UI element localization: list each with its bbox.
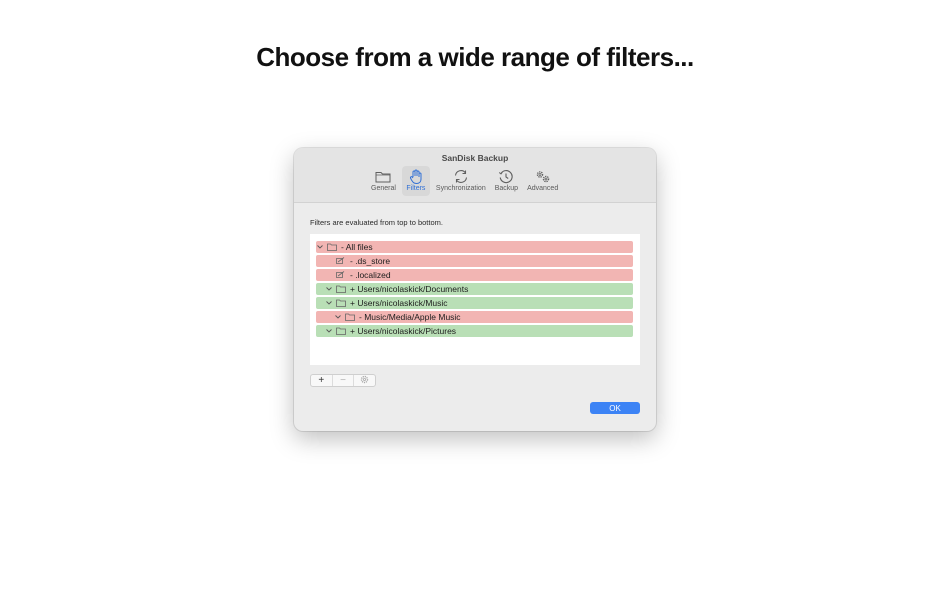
- filter-list[interactable]: - All files - .ds_store - .localized + U…: [310, 234, 640, 365]
- tab-label: Synchronization: [435, 185, 486, 192]
- tab-label: General: [371, 185, 396, 192]
- sync-icon: [453, 168, 469, 184]
- preferences-window: SanDisk Backup General Filters Synchroni…: [294, 148, 656, 431]
- gears-icon: [534, 168, 552, 184]
- tab-label: Backup: [494, 185, 519, 192]
- filter-label: - Music/Media/Apple Music: [359, 312, 461, 322]
- folder-icon: [375, 168, 391, 184]
- add-filter-button[interactable]: +: [311, 375, 333, 386]
- filters-description: Filters are evaluated from top to bottom…: [310, 218, 443, 227]
- tab-filters[interactable]: Filters: [401, 166, 430, 196]
- filter-row[interactable]: - .localized: [316, 269, 633, 281]
- ok-button[interactable]: OK: [590, 402, 640, 414]
- filter-label: + Users/nicolaskick/Documents: [350, 284, 469, 294]
- filter-row[interactable]: + Users/nicolaskick/Music: [316, 297, 633, 309]
- pattern-icon: [336, 271, 346, 279]
- filter-row[interactable]: - Music/Media/Apple Music: [316, 311, 633, 323]
- filter-row[interactable]: + Users/nicolaskick/Pictures: [316, 325, 633, 337]
- disclosure-chevron-icon[interactable]: [325, 287, 333, 291]
- filter-label: + Users/nicolaskick/Music: [350, 298, 448, 308]
- disclosure-chevron-icon[interactable]: [316, 245, 324, 249]
- remove-filter-button[interactable]: −: [333, 375, 355, 386]
- clock-icon: [498, 168, 514, 184]
- filter-row[interactable]: + Users/nicolaskick/Documents: [316, 283, 633, 295]
- filter-settings-button[interactable]: [354, 375, 375, 386]
- tab-advanced[interactable]: Advanced: [524, 166, 561, 196]
- page-headline: Choose from a wide range of filters...: [256, 42, 694, 72]
- tab-general[interactable]: General: [368, 166, 399, 196]
- window-titlebar: SanDisk Backup General Filters Synchroni…: [294, 148, 656, 203]
- folder-icon: [345, 313, 355, 321]
- filter-label: - All files: [341, 242, 373, 252]
- hand-icon: [409, 168, 423, 184]
- folder-icon: [327, 243, 337, 251]
- gear-icon: [360, 375, 369, 387]
- folder-icon: [336, 299, 346, 307]
- disclosure-chevron-icon[interactable]: [325, 329, 333, 333]
- tab-label: Advanced: [527, 185, 559, 192]
- filter-label: - .ds_store: [350, 256, 391, 266]
- disclosure-chevron-icon[interactable]: [325, 301, 333, 305]
- pattern-icon: [336, 257, 346, 265]
- filter-label: + Users/nicolaskick/Pictures: [350, 326, 457, 336]
- tab-label: Filters: [406, 185, 426, 192]
- tab-backup[interactable]: Backup: [492, 166, 521, 196]
- tab-synchronization[interactable]: Synchronization: [433, 166, 489, 196]
- disclosure-chevron-icon[interactable]: [334, 315, 342, 319]
- window-title: SanDisk Backup: [441, 153, 509, 163]
- filter-row[interactable]: - All files: [316, 241, 633, 253]
- list-button-bar: + −: [310, 374, 376, 387]
- toolbar-tabs: General Filters Synchronization Backup A…: [368, 166, 561, 198]
- filter-label: - .localized: [350, 270, 391, 280]
- folder-icon: [336, 327, 346, 335]
- folder-icon: [336, 285, 346, 293]
- filter-row[interactable]: - .ds_store: [316, 255, 633, 267]
